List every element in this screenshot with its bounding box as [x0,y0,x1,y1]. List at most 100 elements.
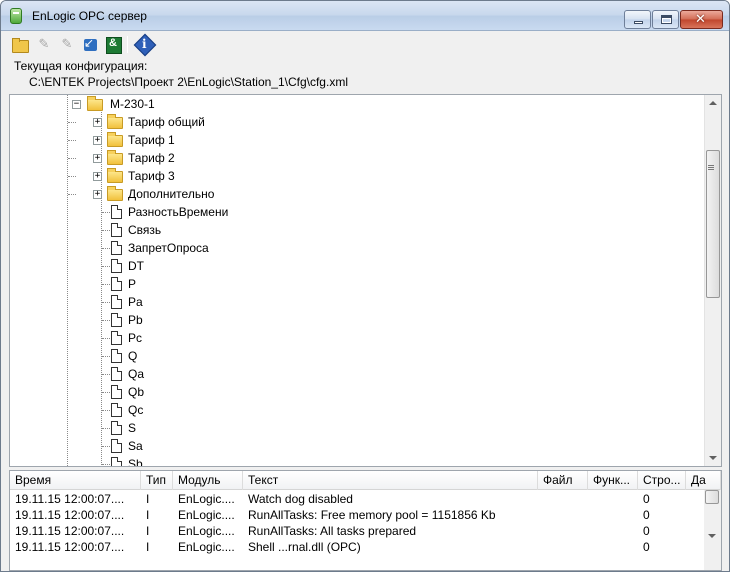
tree-node-item[interactable]: ЗапретОпроса [10,239,710,257]
config-label: Текущая конфигурация: [14,59,148,73]
tree-node-item[interactable]: Pb [10,311,710,329]
log-cell-line: 0 [643,492,650,506]
tree-scrollbar[interactable] [704,95,721,466]
column-header-function[interactable]: Функ... [588,471,638,490]
file-icon [111,259,122,273]
log-cell-time: 19.11.15 12:00:07.... [15,508,125,522]
table-row[interactable]: 19.11.15 12:00:07.... I EnLogic.... Shell .… [10,539,705,555]
tree-node-folder[interactable]: + Тариф 2 [10,149,710,167]
scroll-down-icon[interactable] [709,456,717,460]
folder-icon [107,132,123,147]
table-row[interactable]: 19.11.15 12:00:07.... I EnLogic.... RunAllT… [10,507,705,523]
tree-node-item[interactable]: Qa [10,365,710,383]
tree-connector [102,464,110,465]
table-row[interactable]: 19.11.15 12:00:07.... I EnLogic.... RunAllT… [10,523,705,539]
log-cell-file [538,507,588,523]
file-icon [111,205,122,219]
tree-node-label: Q [128,349,138,363]
plug-connect-icon[interactable]: ✎ [35,36,53,53]
column-header-time[interactable]: Время [10,471,141,490]
tree-node-item[interactable]: Связь [10,221,710,239]
expand-toggle[interactable]: + [93,190,102,199]
log-cell-file [538,491,588,507]
tree-connector [68,194,76,195]
tree-node-label: Pa [128,295,143,309]
tree-node-item[interactable]: S [10,419,710,437]
config-tree[interactable]: − M-230-1 + Тариф общий + Тариф 1 + Тари… [9,94,722,467]
tree-node-item[interactable]: Q [10,347,710,365]
scroll-thumb[interactable] [706,150,720,298]
exit-icon[interactable] [104,36,122,54]
tree-node-label: S [128,421,137,435]
log-cell-time: 19.11.15 12:00:07.... [15,492,125,506]
tree-node-root[interactable]: − M-230-1 [10,95,710,113]
tree-node-folder[interactable]: + Дополнительно [10,185,710,203]
log-cell-text: Watch dog disabled [248,492,353,506]
collapse-toggle[interactable]: − [72,100,81,109]
log-scrollbar[interactable] [704,490,721,570]
log-cell-module: EnLogic.... [178,524,235,538]
maximize-button[interactable] [652,10,679,29]
tree-node-item[interactable]: Pc [10,329,710,347]
expand-toggle[interactable]: + [93,118,102,127]
tree-node-label: Qc [128,403,144,417]
tree-node-item[interactable]: Qb [10,383,710,401]
title-bar[interactable]: EnLogic OPC сервер ✕ [1,1,729,31]
tree-connector [102,266,110,267]
tree-connector [102,248,110,249]
expand-toggle[interactable]: + [93,172,102,181]
tree-connector [102,302,110,303]
plug-disconnect-icon[interactable]: ✎ [58,36,76,53]
tree-node-item[interactable]: Qc [10,401,710,419]
scroll-thumb[interactable] [705,490,719,504]
tree-node-item[interactable]: Sb [10,455,710,466]
tree-node-item[interactable]: Pa [10,293,710,311]
expand-toggle[interactable]: + [93,154,102,163]
folder-icon [107,186,123,201]
tree-node-item[interactable]: РазностьВремени [10,203,710,221]
column-header-line[interactable]: Стро... [638,471,686,490]
table-row[interactable]: 19.11.15 12:00:07.... I EnLogic.... Watch d… [10,491,705,507]
tree-node-label: Тариф 3 [128,169,175,183]
back-arrow-icon[interactable] [81,36,99,53]
column-header-file[interactable]: Файл [538,471,588,490]
open-folder-icon[interactable] [11,36,29,53]
tree-node-label: Pc [128,331,143,345]
tree-node-folder[interactable]: + Тариф 3 [10,167,710,185]
info-icon[interactable] [136,36,154,53]
folder-icon [107,150,123,165]
column-header-data[interactable]: Да [686,471,721,490]
tree-node-folder[interactable]: + Тариф общий [10,113,710,131]
tree-node-label: P [128,277,137,291]
close-button[interactable]: ✕ [680,10,723,29]
tree-connector [102,212,110,213]
config-path: C:\ENTEK Projects\Проект 2\EnLogic\Stati… [29,75,348,89]
tree-node-folder[interactable]: + Тариф 1 [10,131,710,149]
log-cell-type: I [146,524,150,538]
minimize-button[interactable] [624,10,651,29]
scroll-down-icon[interactable] [708,534,716,538]
log-cell-line: 0 [643,540,650,554]
column-header-text[interactable]: Текст [243,471,538,490]
scroll-up-icon[interactable] [709,101,717,105]
column-header-type[interactable]: Тип [141,471,173,490]
event-log-table[interactable]: Время Тип Модуль Текст Файл Функ... Стро… [9,470,722,571]
tree-node-item[interactable]: Sa [10,437,710,455]
expand-toggle[interactable]: + [93,136,102,145]
tree-connector [102,230,110,231]
tree-connector [102,410,110,411]
tree-node-item[interactable]: P [10,275,710,293]
toolbar: ✎ ✎ [1,32,729,57]
tree-node-item[interactable]: DT [10,257,710,275]
log-cell-type: I [146,508,150,522]
column-header-module[interactable]: Модуль [173,471,243,490]
tree-connector [102,320,110,321]
tree-node-label: Qb [128,385,145,399]
log-cell-type: I [146,540,150,554]
tree-connector [102,338,110,339]
folder-icon [107,114,123,129]
log-cell-type: I [146,492,150,506]
log-cell-time: 19.11.15 12:00:07.... [15,524,125,538]
file-icon [111,277,122,291]
tree-node-label: ЗапретОпроса [128,241,209,255]
